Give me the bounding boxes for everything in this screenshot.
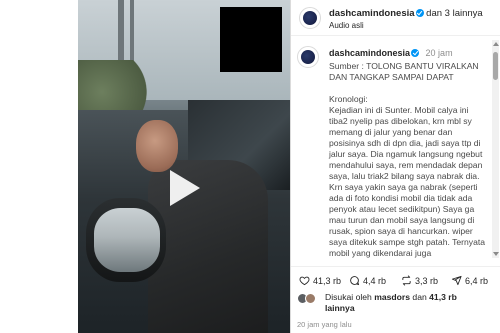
liker-avatar bbox=[305, 293, 316, 304]
action-bar: 41,3 rb 4,4 rb 3,3 rb 6,4 rb bbox=[291, 266, 500, 286]
caption-username[interactable]: dashcamindonesia bbox=[329, 48, 410, 58]
comments-count: 4,4 rb bbox=[363, 275, 387, 286]
post-header: dashcamindonesia dan 3 lainnya Audio asl… bbox=[291, 0, 500, 36]
scroll-up-arrow[interactable] bbox=[493, 42, 499, 46]
liked-by-text: Disukai oleh masdors dan 41,3 rb lainnya bbox=[325, 292, 495, 314]
header-username-text[interactable]: dashcamindonesia bbox=[329, 8, 415, 19]
audio-label[interactable]: Audio asli bbox=[329, 21, 364, 30]
verified-icon bbox=[415, 9, 424, 17]
heart-icon bbox=[299, 276, 310, 286]
like-button[interactable]: 41,3 rb bbox=[299, 275, 341, 286]
repost-button[interactable]: 3,3 rb bbox=[401, 275, 438, 286]
send-icon bbox=[451, 275, 462, 286]
side-mirror-glass bbox=[94, 208, 160, 272]
shares-count: 6,4 rb bbox=[465, 275, 489, 286]
caption-avatar[interactable] bbox=[297, 46, 319, 68]
comment-button[interactable]: 4,4 rb bbox=[349, 275, 386, 286]
scroll-thumb[interactable] bbox=[493, 52, 498, 80]
person-body bbox=[148, 160, 268, 333]
liked-by-avatars[interactable] bbox=[297, 293, 321, 305]
share-button[interactable]: 6,4 rb bbox=[451, 275, 488, 286]
play-icon[interactable] bbox=[170, 170, 200, 206]
likes-suffix[interactable]: lainnya bbox=[325, 303, 355, 313]
left-gutter bbox=[0, 0, 78, 333]
collab-text[interactable]: dan 3 lainnya bbox=[426, 8, 483, 19]
reel-video[interactable] bbox=[78, 0, 290, 333]
person-head bbox=[136, 120, 178, 172]
liked-by-middle: dan bbox=[412, 292, 427, 302]
header-username[interactable]: dashcamindonesia dan 3 lainnya bbox=[329, 8, 483, 19]
avatar-image bbox=[303, 11, 317, 25]
caption-text: Sumber : TOLONG BANTU VIRALKAN DAN TANGK… bbox=[329, 61, 486, 258]
caption-section: dashcamindonesia 20 jam Sumber : TOLONG … bbox=[291, 40, 493, 258]
profile-avatar[interactable] bbox=[299, 7, 321, 29]
post-panel: dashcamindonesia dan 3 lainnya Audio asl… bbox=[290, 0, 500, 333]
likes-total[interactable]: 41,3 rb bbox=[429, 292, 457, 302]
verified-icon bbox=[411, 49, 420, 57]
repost-icon bbox=[402, 275, 411, 286]
liker-username[interactable]: masdors bbox=[374, 292, 410, 302]
liked-by-prefix: Disukai oleh bbox=[325, 292, 372, 302]
censor-box bbox=[220, 7, 282, 72]
caption-scrollbar[interactable] bbox=[492, 40, 499, 258]
caption-time: 20 jam bbox=[425, 48, 453, 58]
likes-count: 41,3 rb bbox=[313, 275, 342, 286]
caption-header: dashcamindonesia 20 jam bbox=[329, 48, 453, 58]
comment-icon bbox=[350, 276, 360, 286]
avatar-image bbox=[301, 50, 315, 64]
reposts-count: 3,3 rb bbox=[415, 275, 439, 286]
post-timestamp: 20 jam yang lalu bbox=[297, 320, 352, 329]
scroll-down-arrow[interactable] bbox=[493, 252, 499, 256]
